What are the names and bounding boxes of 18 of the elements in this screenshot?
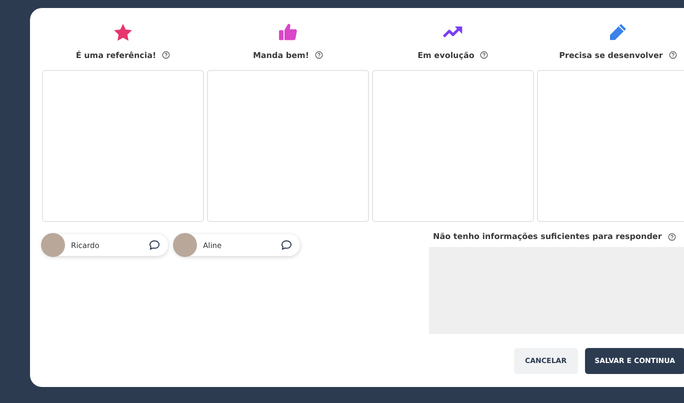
avatar (173, 233, 197, 257)
no-info-title: Não tenho informações suficientes para responder (433, 232, 662, 241)
help-icon[interactable] (480, 51, 488, 59)
star-icon (113, 22, 133, 42)
category-title: Em evolução (418, 50, 474, 60)
chat-bubble-icon[interactable] (149, 240, 160, 250)
avatar (41, 233, 65, 257)
category-title: Manda bem! (252, 50, 310, 60)
category-title: É uma referência! (76, 50, 156, 60)
chat-bubble-icon[interactable] (281, 240, 292, 250)
help-icon[interactable] (668, 232, 676, 240)
help-icon[interactable] (315, 51, 324, 59)
pencil-icon (608, 22, 628, 42)
trending-up-icon (442, 25, 464, 39)
category-title: Precisa se desenvolver (559, 50, 663, 60)
help-icon[interactable] (668, 51, 677, 59)
thumbs-up-icon (278, 23, 298, 41)
help-icon[interactable] (162, 51, 170, 59)
